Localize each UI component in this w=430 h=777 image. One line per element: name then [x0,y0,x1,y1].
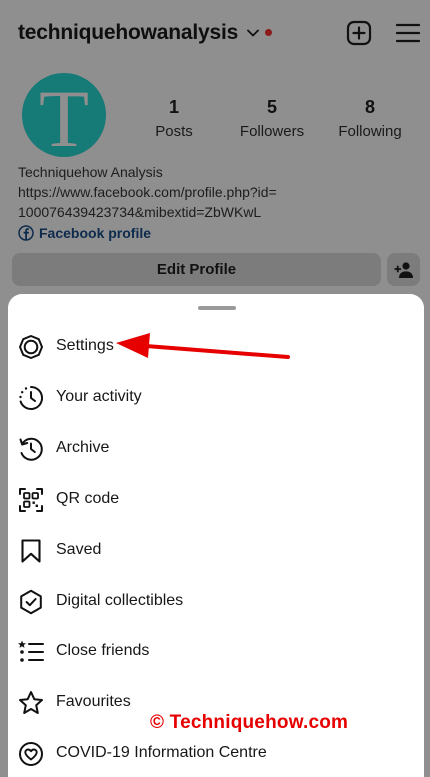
menu-item-label: QR code [56,490,120,507]
menu-item-label: Settings [56,337,114,354]
display-name: Techniquehow Analysis [18,164,163,180]
star-icon [18,690,44,716]
menu-item-label: Your activity [56,388,142,405]
menu-item-saved[interactable]: Saved [8,525,424,575]
watermark: © Techniquehow.com [150,712,349,733]
facebook-profile-link[interactable]: Facebook profile [18,223,418,243]
stat-posts[interactable]: 1 Posts [129,96,219,142]
profile-bio: Techniquehow Analysis https://www.facebo… [18,162,418,243]
menu-item-label: Saved [56,541,102,558]
avatar[interactable]: T [22,73,106,157]
add-person-icon [394,261,413,278]
stat-following[interactable]: 8 Following [325,96,415,142]
hamburger-menu-icon[interactable] [396,22,420,44]
stat-followers-value: 5 [266,97,277,117]
menu-item-label: Favourites [56,693,131,710]
bottom-sheet-menu: Settings Your activity Archive QR code S… [8,294,424,777]
menu-item-covid-information[interactable]: COVID-19 Information Centre [8,728,424,777]
facebook-profile-label: Facebook profile [39,225,152,241]
menu-item-label: Archive [56,439,110,456]
bookmark-icon [18,538,44,564]
stat-following-value: 8 [364,97,375,117]
menu-item-label: Digital collectibles [56,592,184,609]
stat-followers[interactable]: 5 Followers [227,96,317,142]
stat-posts-label: Posts [155,123,193,140]
menu-item-qr-code[interactable]: QR code [8,474,424,524]
settings-gear-icon [18,334,44,360]
facebook-icon [18,225,34,241]
notification-dot [265,28,273,36]
profile-link-line-2[interactable]: 100076439423734&mibextid=ZbWKwL [18,202,418,222]
stat-followers-label: Followers [239,123,305,140]
digital-collectibles-shield-icon [18,589,44,615]
menu-item-label: COVID-19 Information Centre [56,744,267,761]
menu-item-settings[interactable]: Settings [8,321,424,371]
avatar-letter: T [38,73,90,157]
discover-people-button[interactable] [387,253,420,286]
covid-heart-icon [18,741,44,767]
plus-square-icon[interactable] [346,20,372,46]
archive-clock-icon [18,436,44,462]
sheet-drag-handle[interactable] [198,306,236,310]
top-bar: techniquehowanalysis [18,16,420,50]
profile-link-line-1[interactable]: https://www.facebook.com/profile.php?id= [18,182,418,202]
menu-item-label: Close friends [56,642,150,659]
menu-item-digital-collectibles[interactable]: Digital collectibles [8,576,424,626]
close-friends-list-icon [18,639,44,665]
stat-posts-value: 1 [168,97,179,117]
menu-item-archive[interactable]: Archive [8,423,424,473]
stat-following-label: Following [338,123,402,140]
edit-profile-button[interactable]: Edit Profile [12,253,381,286]
username[interactable]: techniquehowanalysis [18,21,238,45]
qr-code-icon [18,487,44,513]
profile-screen: techniquehowanalysis T 1 Posts 5 Followe… [0,0,430,300]
activity-clock-icon [18,385,44,411]
chevron-down-icon[interactable] [246,26,260,40]
menu-item-close-friends[interactable]: Close friends [8,626,424,676]
menu-item-your-activity[interactable]: Your activity [8,372,424,422]
